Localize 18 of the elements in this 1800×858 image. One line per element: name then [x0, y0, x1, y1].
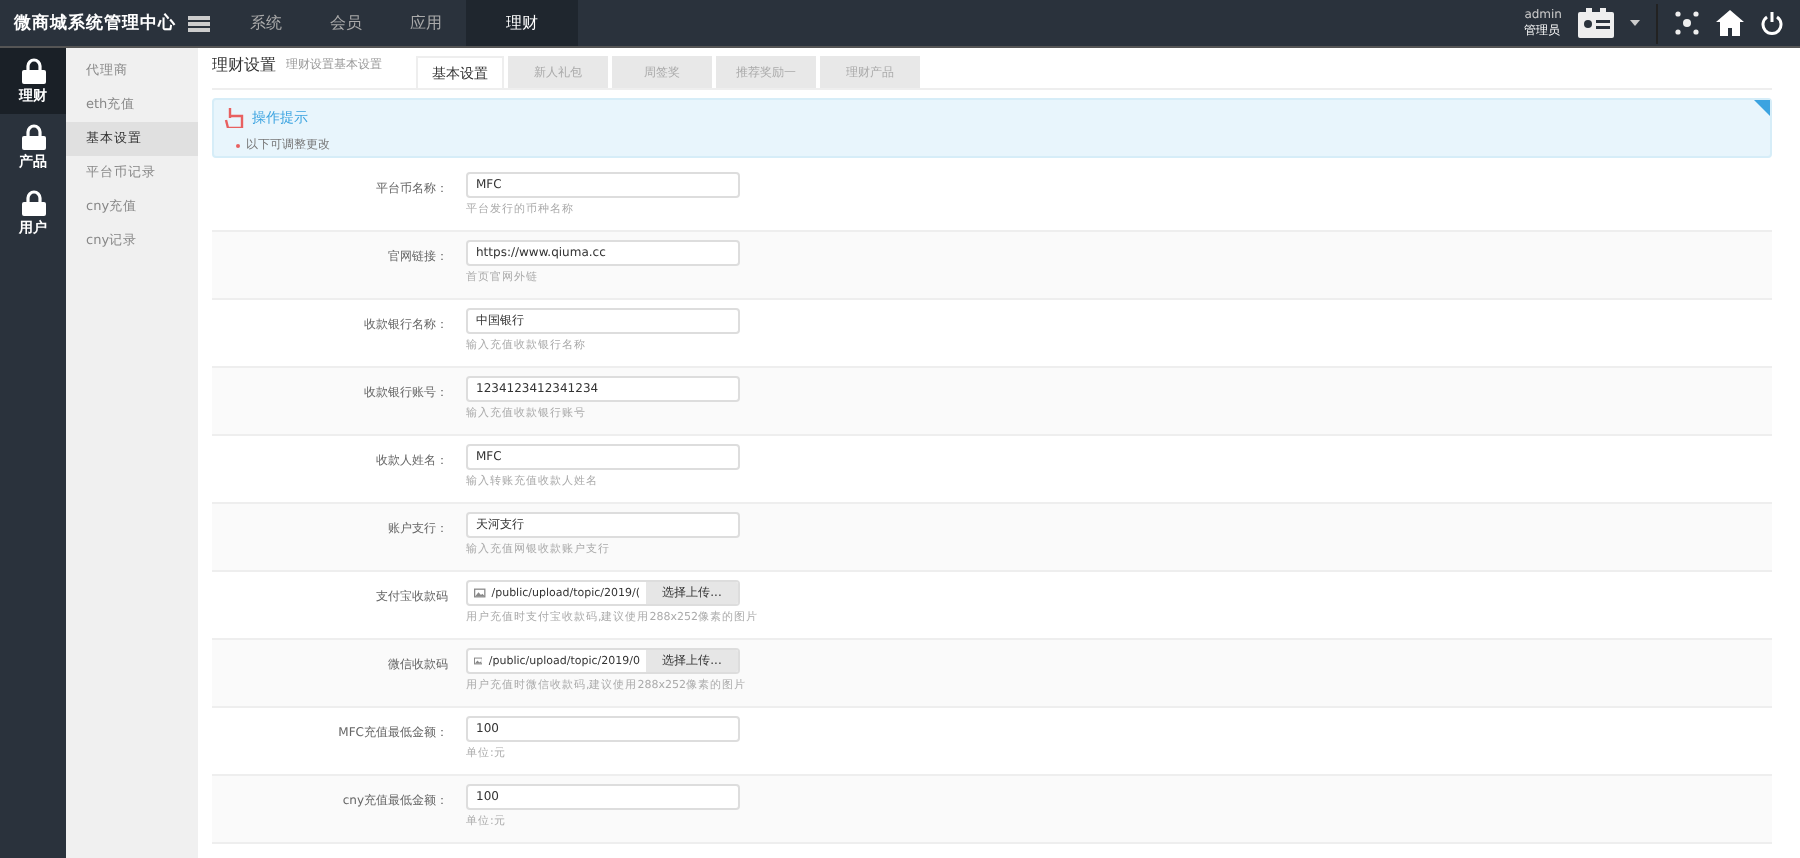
home-icon[interactable] [1716, 10, 1744, 36]
nav-tab[interactable]: 系统 [226, 0, 306, 46]
image-icon [474, 586, 486, 600]
power-icon[interactable] [1760, 11, 1784, 35]
nav-tab[interactable]: 会员 [306, 0, 386, 46]
caret-icon[interactable] [1630, 20, 1640, 26]
image-icon [474, 654, 483, 668]
page-title: 理财设置 [212, 54, 278, 78]
nav-tab[interactable]: 应用 [386, 0, 466, 46]
lock-icon [21, 57, 45, 83]
app-title: 微商城系统管理中心 [14, 11, 176, 35]
id-card-icon[interactable] [1578, 8, 1614, 38]
menu-icon[interactable] [188, 15, 210, 31]
network-icon[interactable] [1674, 10, 1700, 36]
lock-icon [21, 123, 45, 149]
lock-icon [21, 189, 45, 215]
corner-mark-icon [1754, 100, 1770, 116]
nav-tab[interactable]: 理财 [466, 0, 578, 46]
